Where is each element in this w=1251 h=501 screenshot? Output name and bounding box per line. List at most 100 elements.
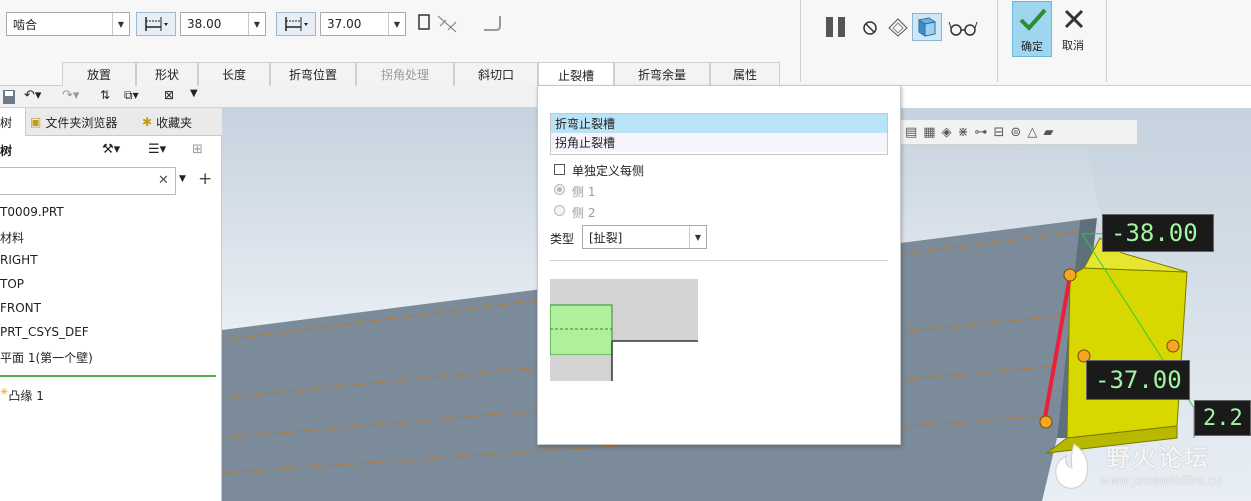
attach-mode-select[interactable]: 啮合 ▼	[6, 12, 130, 36]
relief-type-value: [扯裂]	[589, 230, 623, 245]
length1-dimension[interactable]: -38.00	[1102, 214, 1214, 252]
pause-icon[interactable]	[822, 14, 850, 40]
length1-input[interactable]: 38.00 ▼	[180, 12, 266, 36]
bend-icon[interactable]	[478, 12, 504, 36]
tab-properties[interactable]: 属性	[710, 62, 780, 86]
ribbon-separator	[800, 0, 801, 82]
list-item-bend-relief[interactable]: 折弯止裂槽	[551, 114, 887, 133]
filter-icon[interactable]: ⊞	[192, 142, 203, 157]
length-type-1-button[interactable]	[136, 12, 176, 36]
folder-icon: ▣	[30, 115, 42, 129]
relief-preview-image	[550, 279, 698, 381]
no-preview-icon[interactable]	[860, 18, 880, 38]
saved-views-icon[interactable]: ▦	[923, 125, 935, 140]
tree-item-first-wall[interactable]: 平面 1(第一个壁)	[0, 349, 93, 366]
define-each-side-label: 单独定义每侧	[572, 164, 645, 178]
list-item-corner-relief[interactable]: 拐角止裂槽	[551, 133, 887, 152]
panel-divider	[550, 260, 888, 261]
type-label: 类型	[550, 232, 575, 246]
tree-item-top[interactable]: TOP	[0, 277, 24, 291]
watermark-url: www.proewildfire.cn	[1100, 474, 1222, 488]
length2-value: 37.00	[327, 17, 362, 31]
clear-icon[interactable]: ✕	[158, 173, 169, 188]
close-window-icon[interactable]: ⊠	[164, 88, 174, 102]
add-icon[interactable]: +	[198, 169, 212, 189]
tree-item-right[interactable]: RIGHT	[0, 253, 38, 267]
ribbon-separator	[997, 0, 998, 82]
annotations-icon[interactable]: ⊜	[1010, 125, 1021, 140]
chevron-down-icon[interactable]: ▼	[179, 174, 186, 184]
tree-item-flange[interactable]: ✳凸缘 1	[0, 387, 44, 404]
relief-type-list[interactable]: 折弯止裂槽 拐角止裂槽	[550, 113, 888, 155]
tab-bend-allowance[interactable]: 折弯余量	[614, 62, 710, 86]
length-dimension-icon	[285, 17, 308, 31]
tab-placement[interactable]: 放置	[62, 62, 136, 86]
tree-item-csys[interactable]: PRT_CSYS_DEF	[0, 325, 89, 339]
cancel-label: 取消	[1062, 39, 1084, 52]
show-list-icon[interactable]: ☰▾	[148, 142, 166, 157]
drag-handle[interactable]	[1063, 268, 1077, 282]
length2-dimension[interactable]: -37.00	[1086, 360, 1190, 400]
watermark-title: 野火论坛	[1106, 444, 1210, 472]
length2-input[interactable]: 37.00 ▼	[320, 12, 406, 36]
flip-direction-icon[interactable]	[416, 12, 464, 36]
define-each-side-checkbox[interactable]	[554, 164, 565, 175]
length-dimension-icon	[145, 17, 168, 31]
section-icon[interactable]: ▰	[1043, 125, 1053, 140]
tab-folder-browser[interactable]: ▣ 文件夹浏览器	[30, 108, 117, 136]
drag-handle[interactable]	[1039, 415, 1053, 429]
side2-label: 侧 2	[572, 206, 596, 220]
quick-access-toolbar: ↶▾ ↷▾ ⇅ ⧉▾ ⊠ ▼	[0, 86, 537, 108]
tree-header: 树	[0, 144, 13, 158]
csys-display-icon[interactable]: ⊟	[994, 125, 1005, 140]
length-type-2-button[interactable]	[276, 12, 316, 36]
datum-display-icon[interactable]: ⋇	[958, 125, 969, 140]
chevron-down-icon[interactable]: ▼	[112, 13, 129, 35]
regenerate-icon[interactable]: ⇅	[100, 88, 110, 102]
tab-favorites[interactable]: ✱ 收藏夹	[142, 108, 192, 136]
chevron-down-icon[interactable]: ▼	[388, 13, 405, 35]
display-style-icon[interactable]: ◈	[942, 125, 952, 140]
tree-item-front[interactable]: FRONT	[0, 301, 41, 315]
tree-item-part[interactable]: T0009.PRT	[0, 205, 64, 219]
ribbon-separator	[1106, 0, 1107, 82]
preview-wireframe-icon[interactable]	[886, 16, 910, 38]
side1-label: 侧 1	[572, 185, 596, 199]
navigator-tab-strip: 型树 ▣ 文件夹浏览器 ✱ 收藏夹	[0, 108, 222, 136]
undo-icon[interactable]: ↶▾	[24, 88, 41, 103]
ok-button[interactable]: 确定	[1012, 1, 1052, 57]
save-icon[interactable]	[2, 89, 16, 105]
windows-icon[interactable]: ⧉▾	[124, 88, 139, 103]
flame-logo-icon	[1055, 443, 1088, 489]
insert-here-line	[0, 375, 216, 377]
tab-relief[interactable]: 止裂槽	[538, 62, 614, 87]
tab-miter-cut[interactable]: 斜切口	[454, 62, 538, 86]
drag-handle[interactable]	[1166, 339, 1180, 353]
side2-radio[interactable]	[554, 205, 565, 216]
relief-type-select[interactable]: [扯裂] ▼	[582, 225, 707, 249]
cancel-button[interactable]: 取消	[1054, 1, 1094, 57]
dashboard-ribbon: 啮合 ▼ 38.00 ▼ 37.00 ▼ 确定 取消 放置 形状 长度 折弯位置…	[0, 0, 1251, 87]
redo-icon[interactable]: ↷▾	[62, 88, 79, 103]
thickness-dimension[interactable]: 2.2	[1194, 400, 1251, 436]
tab-bend-position[interactable]: 折弯位置	[270, 62, 356, 86]
navigator-panel: 型树 ▣ 文件夹浏览器 ✱ 收藏夹 树 ⚒▾ ☰▾ ⊞ ✕ ▼ + T0009.…	[0, 108, 222, 501]
tab-corner-treatment[interactable]: 拐角处理	[356, 62, 454, 86]
tab-model-tree[interactable]: 型树	[0, 108, 26, 136]
verify-mode-button[interactable]	[912, 13, 942, 41]
view-manager-icon[interactable]: ▤	[905, 125, 917, 140]
settings-tool-icon[interactable]: ⚒▾	[102, 142, 120, 157]
glasses-icon[interactable]	[948, 18, 978, 38]
tree-search-input[interactable]: ✕	[0, 167, 176, 195]
spin-center-icon[interactable]: △	[1027, 125, 1037, 140]
side1-radio[interactable]	[554, 184, 565, 195]
chevron-down-icon[interactable]: ▼	[689, 226, 706, 248]
customize-toolbar-icon[interactable]: ▼	[190, 88, 198, 99]
attach-mode-value: 啮合	[13, 17, 38, 32]
tab-length[interactable]: 长度	[198, 62, 270, 86]
tab-shape[interactable]: 形状	[136, 62, 198, 86]
tree-item-material[interactable]: 材料	[0, 229, 24, 246]
connections-icon[interactable]: ⊶	[975, 125, 988, 140]
ok-label: 确定	[1021, 40, 1043, 53]
chevron-down-icon[interactable]: ▼	[248, 13, 265, 35]
